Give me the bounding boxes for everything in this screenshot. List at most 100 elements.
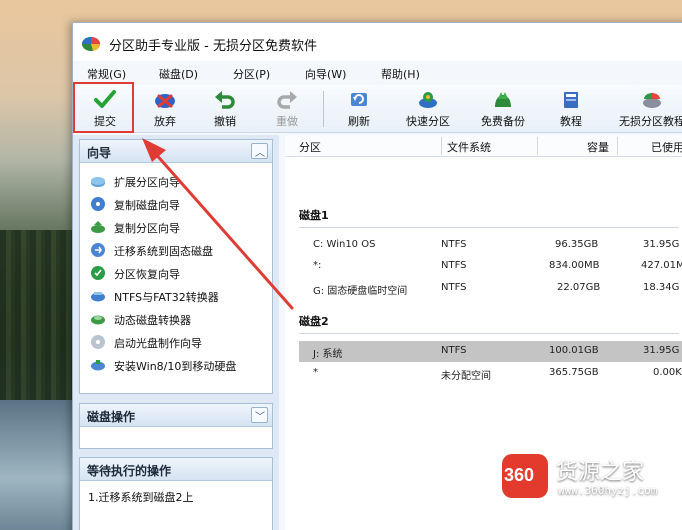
disk1-divider	[299, 227, 679, 228]
disk-ops-panel-title: 磁盘操作	[87, 410, 136, 424]
undo-button[interactable]: 撤销	[203, 87, 247, 131]
undo-label: 撤销	[214, 115, 236, 128]
lossless-partition-icon	[643, 93, 661, 108]
redo-label: 重做	[276, 115, 298, 128]
wizard-item-label: 扩展分区向导	[114, 176, 180, 189]
left-pane: 向导 ︿ 扩展分区向导 复制磁盘向导 复制分区向导 迁移系统到固态磁盘 分区恢复…	[73, 135, 279, 530]
cell-filesystem: 未分配空间	[441, 371, 491, 382]
quick-partition-button[interactable]: 快速分区	[401, 87, 455, 131]
col-used[interactable]: 已使用	[651, 139, 682, 155]
usb-drive-icon	[91, 360, 105, 371]
convert-icon	[91, 292, 105, 302]
refresh-label: 刷新	[348, 115, 370, 128]
free-backup-label: 免费备份	[481, 115, 525, 128]
column-separator[interactable]	[537, 137, 538, 155]
wizard-item-label: 安装Win8/10到移动硬盘	[114, 360, 237, 373]
discard-label: 放弃	[154, 115, 176, 128]
cell-capacity: 100.01GB	[549, 345, 599, 356]
table-row[interactable]: G: 固态硬盘临时空间 NTFS 22.07GB 18.34G	[299, 278, 682, 299]
wizard-panel-header: 向导 ︿	[80, 140, 272, 163]
submit-highlight-box	[73, 82, 134, 133]
watermark-name: 货源之家	[556, 460, 645, 485]
chevron-down-icon: ﹀	[255, 412, 265, 423]
quick-partition-label: 快速分区	[406, 115, 450, 128]
cell-partition: *:	[313, 260, 322, 271]
pending-ops-panel-header: 等待执行的操作	[80, 458, 272, 481]
discard-button[interactable]: 放弃	[143, 87, 187, 131]
menu-help[interactable]: 帮助(H)	[381, 66, 420, 82]
menu-wizard[interactable]: 向导(W)	[305, 66, 346, 82]
wizard-collapse-button[interactable]: ︿	[251, 143, 268, 159]
toolbar: 提交 放弃 撤销 重做 刷新 快速分区 免费备份 教程 无损分区教程	[73, 85, 682, 133]
disk-extend-icon	[91, 177, 105, 187]
pending-ops-panel: 等待执行的操作 1.迁移系统到磁盘2上	[79, 457, 273, 530]
table-header: 分区 文件系统 容量 已使用	[285, 135, 682, 157]
wizard-item-label: 分区恢复向导	[114, 268, 180, 281]
table-row[interactable]: *: NTFS 834.00MB 427.01MB	[299, 256, 682, 277]
col-capacity[interactable]: 容量	[587, 139, 609, 155]
cell-used: 427.01MB	[641, 260, 682, 271]
column-separator[interactable]	[441, 137, 442, 155]
wizard-item-label: NTFS与FAT32转换器	[114, 291, 219, 304]
app-logo-icon	[82, 37, 100, 51]
cell-partition: C: Win10 OS	[313, 239, 376, 250]
cell-filesystem: NTFS	[441, 260, 467, 271]
wizard-panel: 向导 ︿ 扩展分区向导 复制磁盘向导 复制分区向导 迁移系统到固态磁盘 分区恢复…	[79, 139, 273, 394]
cell-used: 31.95G	[643, 345, 680, 356]
watermark-url: www.360hyzj.com	[558, 484, 658, 497]
cell-capacity: 22.07GB	[557, 282, 601, 293]
disk2-label[interactable]: 磁盘2	[299, 313, 329, 329]
toolbar-separator	[323, 91, 324, 127]
cell-used: 18.34G	[643, 282, 680, 293]
column-separator[interactable]	[617, 137, 618, 155]
disk1-label[interactable]: 磁盘1	[299, 207, 329, 223]
window-title: 分区助手专业版 - 无损分区免费软件	[109, 39, 317, 54]
wizard-panel-title: 向导	[87, 146, 112, 160]
site-watermark: 360 货源之家 www.360hyzj.com	[500, 452, 682, 500]
menu-general[interactable]: 常规(G)	[87, 66, 126, 82]
book-icon	[564, 92, 578, 108]
title-bar: 分区助手专业版 - 无损分区免费软件	[73, 23, 682, 61]
cell-filesystem: NTFS	[441, 282, 467, 293]
tutorial-button[interactable]: 教程	[553, 87, 589, 131]
col-partition[interactable]: 分区	[299, 139, 321, 155]
pending-op-item[interactable]: 1.迁移系统到磁盘2上	[88, 489, 194, 505]
redo-icon	[277, 91, 297, 109]
ssd-migrate-icon	[91, 243, 105, 257]
desktop-lake	[0, 400, 74, 530]
chevron-up-icon: ︿	[255, 148, 265, 159]
disk2-divider	[299, 333, 679, 334]
wizard-item-label: 迁移系统到固态磁盘	[114, 245, 213, 258]
redo-button[interactable]: 重做	[265, 87, 309, 131]
disk-ops-panel: 磁盘操作 ﹀	[79, 403, 273, 449]
undo-icon	[215, 91, 235, 109]
cell-filesystem: NTFS	[441, 239, 467, 250]
tutorial-label: 教程	[560, 115, 582, 128]
refresh-button[interactable]: 刷新	[337, 87, 381, 131]
wizard-item-label: 动态磁盘转换器	[114, 314, 191, 327]
free-backup-button[interactable]: 免费备份	[475, 87, 531, 131]
pending-ops-panel-title: 等待执行的操作	[87, 464, 172, 478]
lossless-tutorial-label: 无损分区教程	[619, 115, 682, 128]
cell-partition: J: 系统	[313, 349, 343, 360]
disk-copy-icon	[91, 197, 105, 211]
dynamic-disk-icon	[91, 315, 105, 325]
quick-partition-icon	[419, 92, 437, 108]
backup-icon	[495, 92, 511, 107]
wizard-item-label: 复制分区向导	[114, 222, 180, 235]
cell-used: 31.95G	[643, 239, 680, 250]
table-row[interactable]: * 未分配空间 365.75GB 0.00K	[299, 363, 682, 384]
table-row[interactable]: C: Win10 OS NTFS 96.35GB 31.95G	[299, 235, 682, 256]
col-filesystem[interactable]: 文件系统	[447, 139, 491, 155]
table-row-selected[interactable]: J: 系统 NTFS 100.01GB 31.95G	[299, 341, 682, 362]
lossless-tutorial-button[interactable]: 无损分区教程	[613, 87, 682, 131]
watermark-logo: 360	[502, 454, 548, 498]
cell-capacity: 96.35GB	[555, 239, 599, 250]
menu-partition[interactable]: 分区(P)	[233, 66, 270, 82]
wizard-item-label: 复制磁盘向导	[114, 199, 180, 212]
cell-filesystem: NTFS	[441, 345, 467, 356]
menu-disk[interactable]: 磁盘(D)	[159, 66, 198, 82]
refresh-icon	[351, 93, 367, 106]
cell-capacity: 834.00MB	[549, 260, 600, 271]
disk-ops-expand-button[interactable]: ﹀	[251, 407, 268, 423]
